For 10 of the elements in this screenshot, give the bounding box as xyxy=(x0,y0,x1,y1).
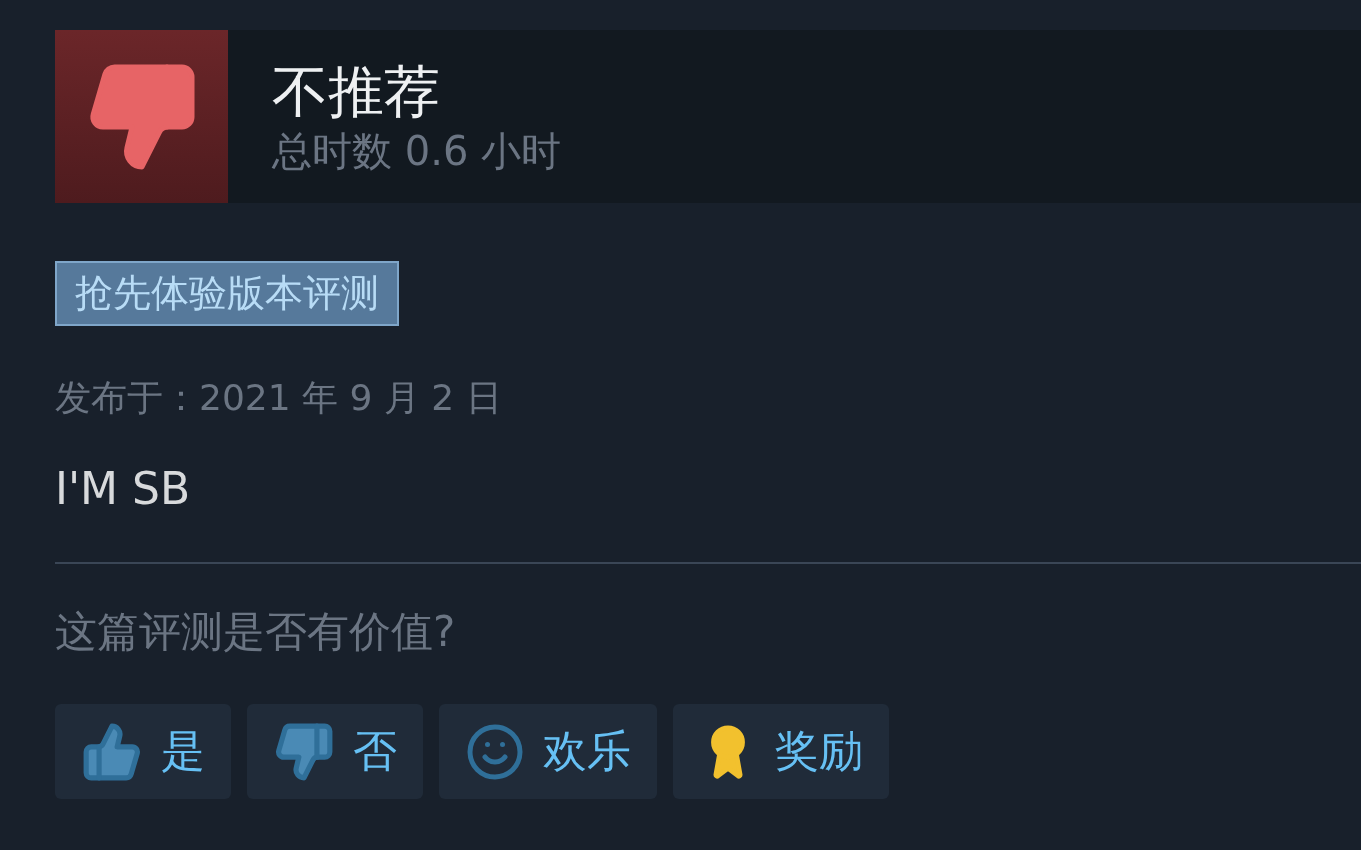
posted-date: 发布于：2021 年 9 月 2 日 xyxy=(55,376,503,421)
no-button[interactable]: 否 xyxy=(247,704,423,800)
review-verdict: 不推荐 xyxy=(272,57,441,126)
playtime: 总时数 0.6 小时 xyxy=(272,127,562,176)
helpful-question: 这篇评测是否有价值? xyxy=(55,606,457,659)
award-button[interactable]: 奖励 xyxy=(673,704,889,800)
early-access-tag: 抢先体验版本评测 xyxy=(55,261,399,327)
review-text: I'M SB xyxy=(55,463,192,515)
yes-button[interactable]: 是 xyxy=(55,704,231,800)
funny-button[interactable]: 欢乐 xyxy=(439,704,657,800)
